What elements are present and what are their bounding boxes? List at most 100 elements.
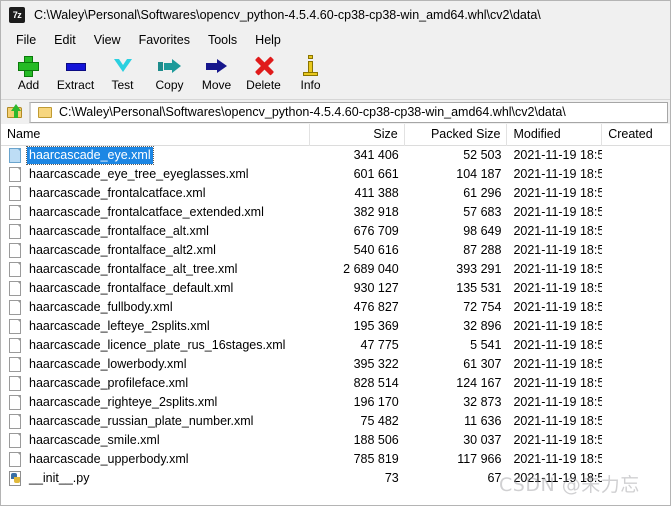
table-row[interactable]: haarcascade_frontalcatface_extended.xml 3… [1, 203, 670, 222]
table-row[interactable]: haarcascade_frontalface_alt_tree.xml 2 68… [1, 260, 670, 279]
test-button[interactable]: Test [99, 51, 146, 98]
python-file-icon [9, 471, 21, 486]
table-row[interactable]: haarcascade_smile.xml 188 506 30 037 2021-1… [1, 431, 670, 450]
file-name-cell: haarcascade_frontalface_alt.xml [1, 222, 310, 241]
file-modified-cell: 2021-11-19 18:50 [513, 414, 603, 428]
copy-button[interactable]: Copy [146, 51, 193, 98]
column-header-packed-size[interactable]: Packed Size [405, 123, 508, 146]
menu-tools[interactable]: Tools [199, 31, 246, 49]
column-header-created[interactable]: Created [602, 124, 670, 146]
column-header-size[interactable]: Size [310, 123, 405, 146]
file-size-cell: 601 661 [353, 167, 399, 181]
file-name-cell: __init__.py [1, 469, 310, 488]
file-size-cell: 2 689 040 [343, 262, 399, 276]
file-modified-cell: 2021-11-19 18:50 [513, 224, 603, 238]
table-row[interactable]: haarcascade_russian_plate_number.xml 75 4… [1, 412, 670, 431]
file-name-cell: haarcascade_eye_tree_eyeglasses.xml [1, 165, 310, 184]
file-packed-size-cell: 30 037 [463, 433, 502, 447]
menu-edit[interactable]: Edit [45, 31, 85, 49]
table-row[interactable]: haarcascade_eye.xml 341 406 52 503 2021-11-… [1, 146, 670, 165]
folder-up-icon[interactable] [4, 102, 26, 123]
table-row[interactable]: haarcascade_profileface.xml 828 514 124 16… [1, 374, 670, 393]
file-modified-cell: 2021-11-19 18:50 [513, 319, 603, 333]
menu-favorites[interactable]: Favorites [130, 31, 199, 49]
plus-icon [16, 54, 42, 78]
xml-file-icon [9, 186, 21, 201]
table-row[interactable]: haarcascade_frontalface_alt.xml 676 709 98… [1, 222, 670, 241]
file-name-label: haarcascade_frontalcatface.xml [29, 186, 206, 200]
file-size-cell: 411 388 [354, 186, 399, 200]
file-packed-size-cell: 32 873 [463, 395, 502, 409]
table-row[interactable]: haarcascade_licence_plate_rus_16stages.x… [1, 336, 670, 355]
file-created-cell [602, 336, 670, 355]
info-button[interactable]: Info [287, 51, 334, 98]
file-packed-size-cell: 87 288 [463, 243, 502, 257]
table-row[interactable]: haarcascade_frontalface_alt2.xml 540 616 8… [1, 241, 670, 260]
file-name-cell: haarcascade_upperbody.xml [1, 450, 310, 469]
file-packed-size-cell: 57 683 [463, 205, 502, 219]
copy-button-label: Copy [155, 78, 184, 92]
table-row[interactable]: haarcascade_righteye_2splits.xml 196 170 3… [1, 393, 670, 412]
xml-file-icon [9, 262, 21, 277]
file-packed-size-cell: 52 503 [463, 148, 502, 162]
file-name-cell: haarcascade_frontalface_default.xml [1, 279, 310, 298]
file-name-cell: haarcascade_lefteye_2splits.xml [1, 317, 310, 336]
file-packed-size-cell: 104 187 [456, 167, 502, 181]
menu-bar: File Edit View Favorites Tools Help [1, 28, 670, 51]
file-size-cell: 196 170 [353, 395, 399, 409]
file-modified-cell: 2021-11-19 18:50 [513, 357, 603, 371]
column-header-name[interactable]: Name [1, 123, 311, 146]
file-name-cell: haarcascade_lowerbody.xml [1, 355, 310, 374]
menu-view[interactable]: View [85, 31, 130, 49]
file-modified-cell: 2021-11-19 18:50 [513, 262, 603, 276]
file-size-cell: 476 827 [353, 300, 399, 314]
file-created-cell [602, 203, 670, 222]
table-row[interactable]: __init__.py 73 67 2021-11-19 18:50 [1, 469, 670, 488]
file-packed-size-cell: 5 541 [470, 338, 502, 352]
add-button[interactable]: Add [5, 51, 52, 98]
xml-file-icon [9, 243, 21, 258]
extract-button[interactable]: Extract [52, 51, 99, 98]
file-modified-cell: 2021-11-19 18:50 [513, 395, 603, 409]
xml-file-icon [9, 205, 21, 220]
delete-button[interactable]: Delete [240, 51, 287, 98]
table-row[interactable]: haarcascade_frontalface_default.xml 930 1… [1, 279, 670, 298]
table-row[interactable]: haarcascade_upperbody.xml 785 819 117 966 2… [1, 450, 670, 469]
move-button[interactable]: Move [193, 51, 240, 98]
menu-help[interactable]: Help [246, 31, 290, 49]
file-size-cell: 540 616 [353, 243, 399, 257]
file-name-cell: haarcascade_frontalface_alt2.xml [1, 241, 310, 260]
column-header-modified[interactable]: Modified [507, 123, 603, 146]
table-row[interactable]: haarcascade_lowerbody.xml 395 322 61 307 20… [1, 355, 670, 374]
file-size-cell: 828 514 [353, 376, 399, 390]
xml-file-icon [9, 395, 21, 410]
info-i-icon [298, 54, 324, 78]
file-created-cell [602, 241, 670, 260]
xml-file-icon [9, 433, 21, 448]
table-row[interactable]: haarcascade_lefteye_2splits.xml 195 369 32… [1, 317, 670, 336]
file-name-label: haarcascade_lowerbody.xml [29, 357, 187, 371]
menu-file[interactable]: File [7, 31, 45, 49]
file-list[interactable]: haarcascade_eye.xml 341 406 52 503 2021-11-… [1, 146, 670, 492]
file-modified-cell: 2021-11-19 18:50 [513, 148, 603, 162]
address-input[interactable]: C:\Waley\Personal\Softwares\opencv_pytho… [29, 101, 668, 123]
file-name-cell: haarcascade_profileface.xml [1, 374, 310, 393]
file-name-label: haarcascade_eye.xml [26, 146, 154, 165]
toolbar: Add Extract Test Copy Move Delete Info [1, 51, 670, 100]
address-path-text: C:\Waley\Personal\Softwares\opencv_pytho… [59, 105, 566, 119]
file-created-cell [602, 431, 670, 450]
table-row[interactable]: haarcascade_fullbody.xml 476 827 72 754 202… [1, 298, 670, 317]
file-name-cell: haarcascade_frontalface_alt_tree.xml [1, 260, 310, 279]
table-row[interactable]: haarcascade_frontalcatface.xml 411 388 61 … [1, 184, 670, 203]
file-size-cell: 188 506 [353, 433, 399, 447]
extract-button-label: Extract [56, 78, 95, 92]
file-packed-size-cell: 67 [487, 471, 502, 485]
file-size-cell: 341 406 [353, 148, 399, 162]
file-modified-cell: 2021-11-19 18:50 [513, 243, 603, 257]
xml-file-icon [9, 281, 21, 296]
file-name-label: haarcascade_frontalface_default.xml [29, 281, 234, 295]
file-created-cell [602, 222, 670, 241]
table-row[interactable]: haarcascade_eye_tree_eyeglasses.xml 601 6… [1, 165, 670, 184]
file-name-cell: haarcascade_frontalcatface_extended.xml [1, 203, 310, 222]
file-name-label: haarcascade_frontalface_alt.xml [29, 224, 209, 238]
